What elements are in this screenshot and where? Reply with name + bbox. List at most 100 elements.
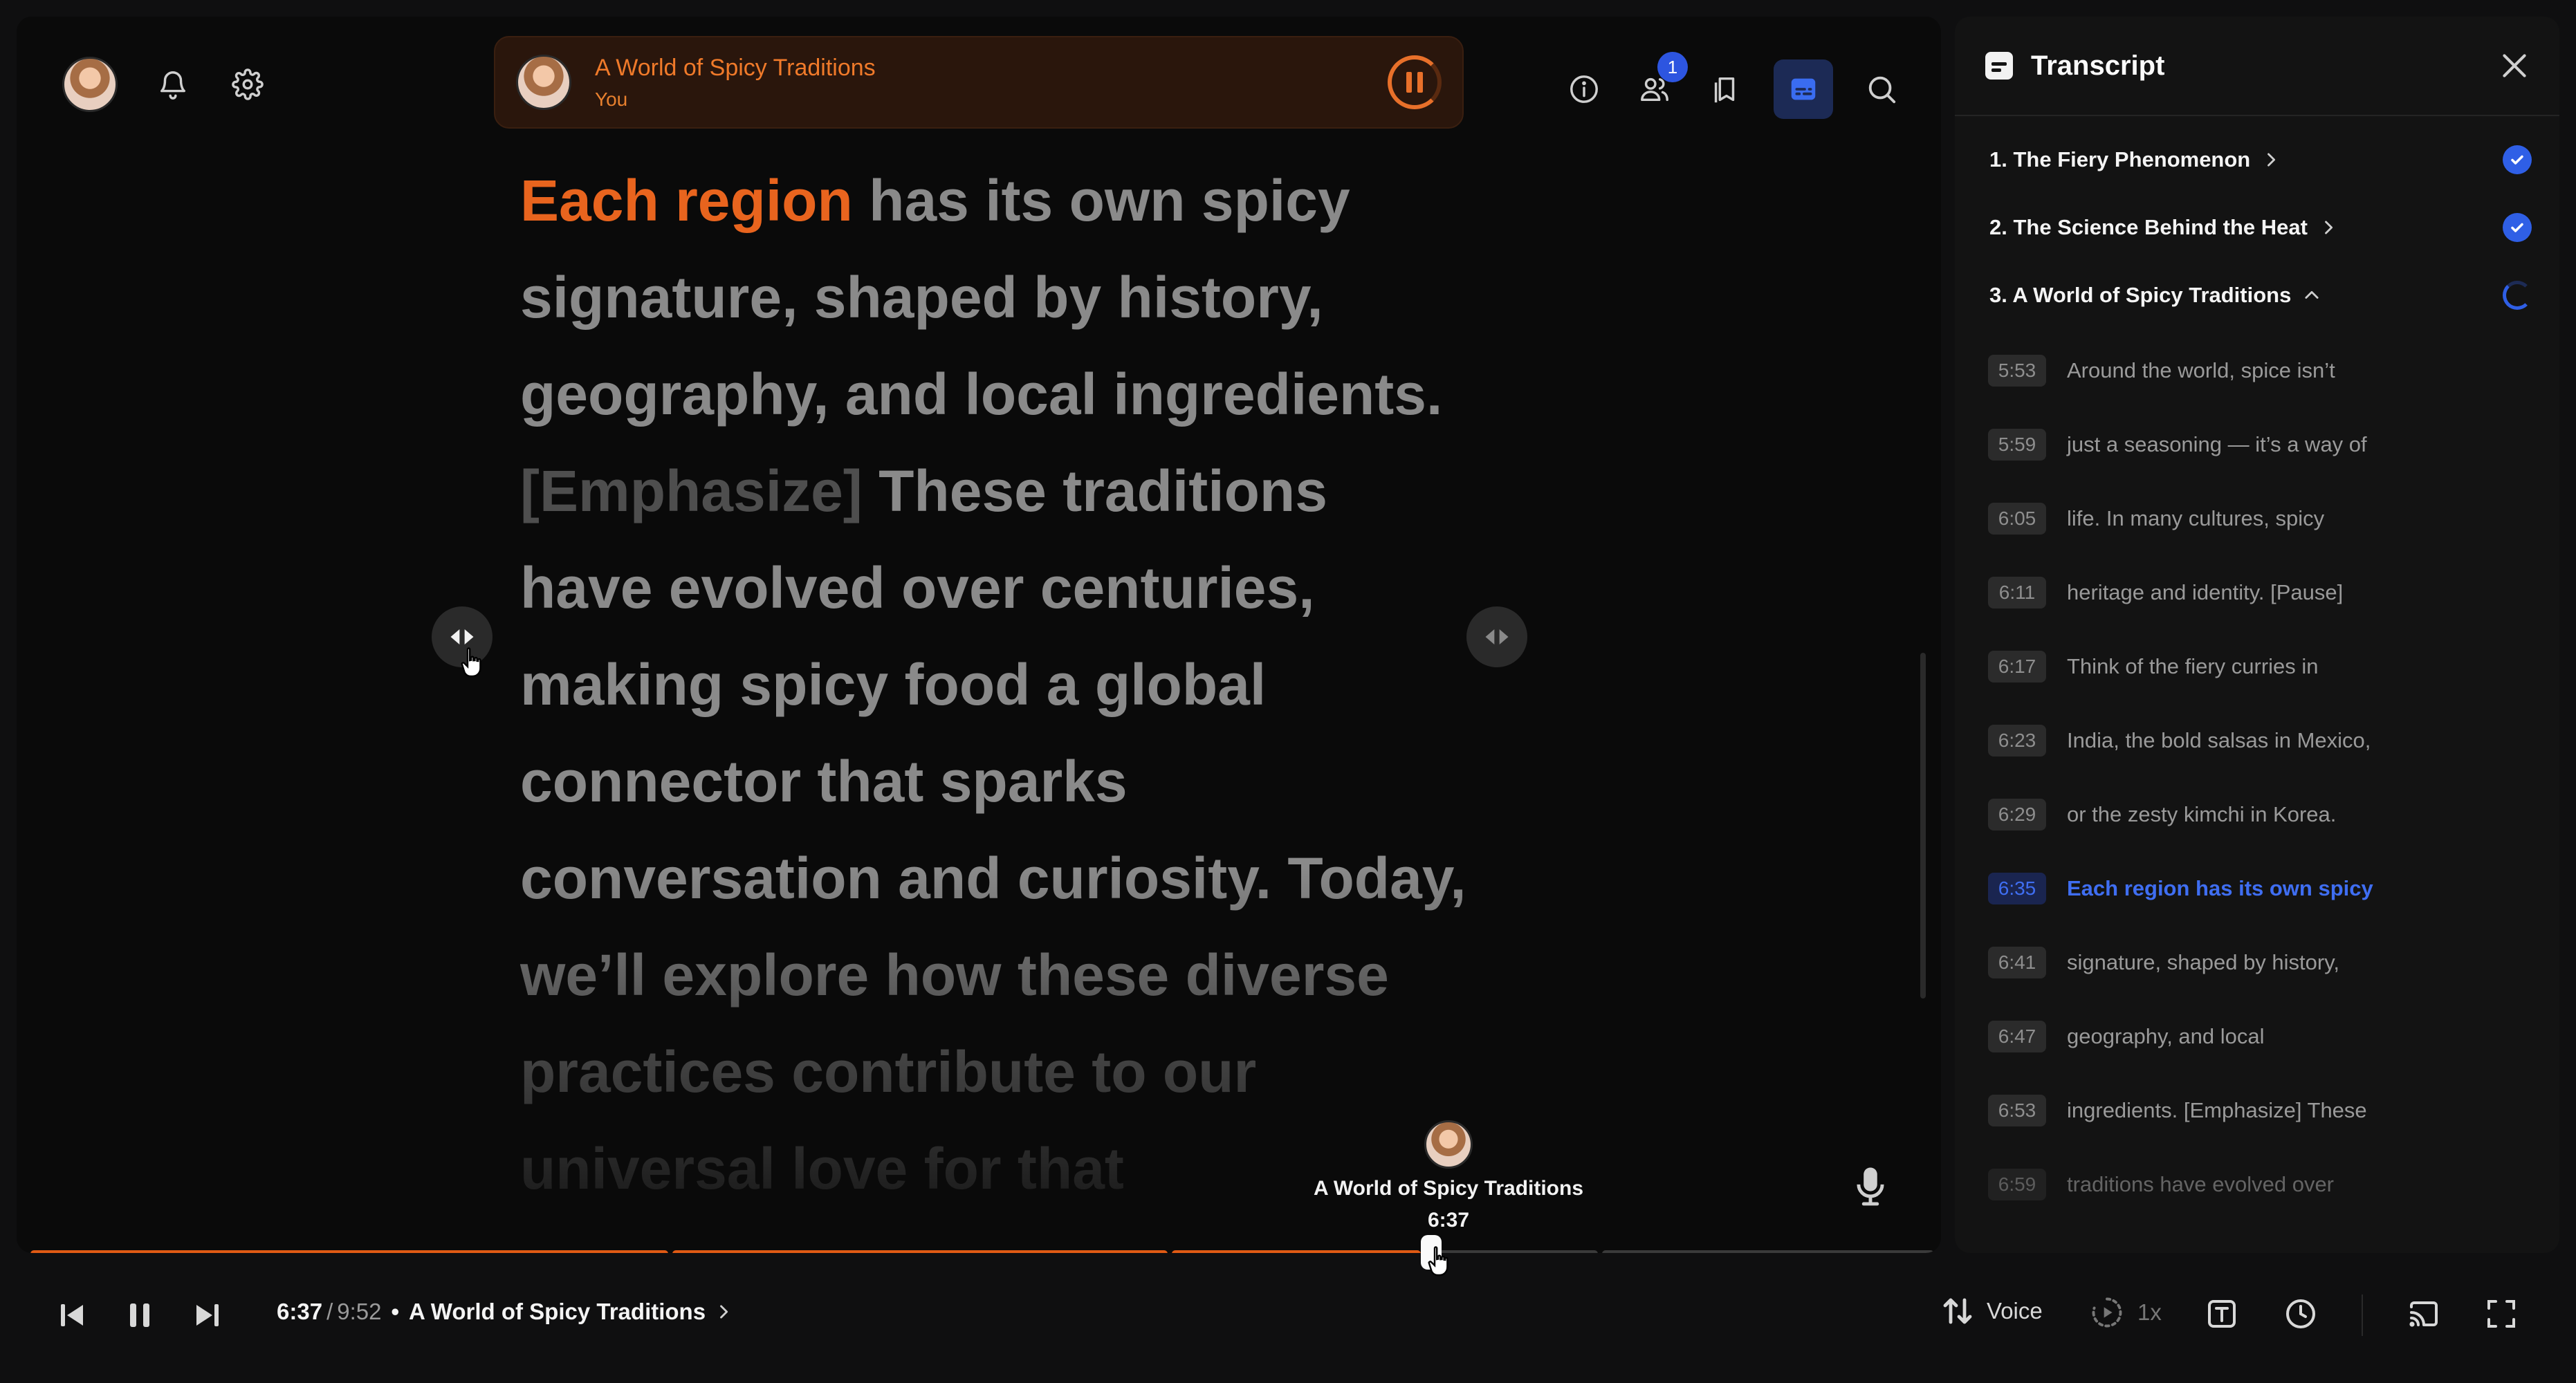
top-right-controls: 1 (1562, 52, 1904, 119)
now-playing-pill[interactable]: A World of Spicy Traditions You (494, 36, 1464, 129)
chapter-list: 1. The Fiery Phenomenon 2. The Science B… (1955, 116, 2559, 329)
clock-icon (2286, 1299, 2315, 1328)
fullscreen-icon (2487, 1300, 2515, 1328)
resize-arrows-icon (1485, 629, 1509, 644)
transcript-line[interactable]: 6:11 heritage and identity. [Pause] (1955, 555, 2559, 629)
participants-badge: 1 (1657, 52, 1688, 82)
cast-button[interactable] (2407, 1297, 2440, 1330)
line-text: heritage and identity. [Pause] (2067, 579, 2344, 604)
transcript-toggle-icon[interactable] (1774, 59, 1833, 119)
chapter-item[interactable]: 2. The Science Behind the Heat (1955, 194, 2559, 261)
line-text: signature, shaped by history, (2067, 949, 2340, 974)
bookmarks-icon[interactable] (1703, 67, 1747, 111)
microphone-icon[interactable] (1855, 1166, 1886, 1206)
text-size-button[interactable] (2205, 1297, 2238, 1330)
pause-bar-icon (1406, 72, 1412, 93)
now-playing-subtitle: You (595, 88, 628, 110)
timestamp[interactable]: 6:53 (1988, 1094, 2046, 1126)
chapter-item[interactable]: 3. A World of Spicy Traditions (1955, 261, 2559, 329)
line-text: or the zesty kimchi in Korea. (2067, 801, 2337, 826)
pause-bar-icon (1417, 72, 1423, 93)
check-icon (2503, 213, 2532, 242)
transcript-line[interactable]: 5:53 Around the world, spice isn’t (1955, 333, 2559, 407)
line-text: life. In many cultures, spicy (2067, 505, 2325, 530)
skip-previous-icon (61, 1304, 83, 1326)
reading-scrollbar[interactable] (1920, 653, 1926, 999)
loading-spinner-icon (2503, 281, 2532, 310)
close-icon[interactable] (2497, 48, 2532, 83)
sleep-timer-button[interactable] (2284, 1297, 2317, 1330)
timestamp[interactable]: 6:47 (1988, 1020, 2046, 1052)
transcript-line[interactable]: 6:29 or the zesty kimchi in Korea. (1955, 777, 2559, 851)
timestamp[interactable]: 6:05 (1988, 502, 2046, 535)
swap-vertical-icon (1943, 1298, 1972, 1324)
reading-tag: [Emphasize] (520, 458, 863, 523)
transcript-panel: Transcript 1. The Fiery Phenomenon 2. Th… (1955, 17, 2559, 1253)
timestamp[interactable]: 6:17 (1988, 650, 2046, 683)
total-time: 9:52 (337, 1299, 382, 1324)
timestamp[interactable]: 6:11 (1988, 576, 2046, 609)
transcript-line[interactable]: 5:59 just a seasoning — it’s a way of (1955, 407, 2559, 481)
skip-forward-button[interactable] (191, 1299, 224, 1332)
timestamp[interactable]: 6:59 (1988, 1168, 2046, 1200)
reading-text: Each region has its own spicy signature,… (520, 152, 1475, 1231)
chevron-right-icon (2267, 153, 2276, 167)
line-text: ingredients. [Emphasize] These (2067, 1097, 2367, 1122)
hand-cursor-icon (459, 646, 487, 678)
pause-icon (130, 1303, 149, 1327)
info-icon[interactable] (1562, 67, 1606, 111)
user-avatar[interactable] (62, 57, 118, 112)
timestamp[interactable]: 5:53 (1988, 354, 2046, 387)
current-time: 6:37 (277, 1299, 323, 1324)
transcript-line[interactable]: 6:17 Think of the fiery curries in (1955, 629, 2559, 703)
voice-button[interactable]: Voice (1941, 1294, 2043, 1328)
reading-segment: These traditions have evolved over centu… (520, 458, 1466, 1201)
title-bullet: • (391, 1299, 400, 1324)
bell-icon[interactable] (154, 65, 192, 104)
line-text: India, the bold salsas in Mexico, (2067, 727, 2371, 752)
chevron-up-icon (2305, 290, 2319, 299)
transcript-line[interactable]: 6:53 ingredients. [Emphasize] These (1955, 1073, 2559, 1147)
speed-icon (2092, 1297, 2122, 1328)
transcript-title: Transcript (2031, 50, 2165, 81)
timestamp[interactable]: 6:35 (1988, 872, 2046, 904)
right-resize-handle[interactable] (1466, 606, 1527, 667)
timestamp[interactable]: 5:59 (1988, 428, 2046, 461)
now-playing-pause-button[interactable] (1388, 55, 1442, 109)
pause-button[interactable] (123, 1299, 156, 1332)
chapter-label: 1. The Fiery Phenomenon (1989, 147, 2251, 171)
time-display[interactable]: 6:37 / 9:52 • A World of Spicy Tradition… (277, 1299, 733, 1325)
control-bar: 6:37 / 9:52 • A World of Spicy Tradition… (0, 1253, 2576, 1383)
transcript-line[interactable]: 6:23 India, the bold salsas in Mexico, (1955, 703, 2559, 777)
check-icon (2503, 145, 2532, 174)
top-left-controls (62, 57, 267, 112)
skip-next-icon (196, 1304, 219, 1326)
transcript-line[interactable]: 6:05 life. In many cultures, spicy (1955, 481, 2559, 555)
timestamp[interactable]: 6:23 (1988, 724, 2046, 757)
chapter-title: A World of Spicy Traditions (409, 1299, 706, 1324)
voice-label: Voice (1987, 1298, 2043, 1324)
text-icon (2208, 1300, 2236, 1328)
speed-label: 1x (2137, 1299, 2162, 1325)
search-icon[interactable] (1859, 67, 1904, 111)
participants-icon[interactable]: 1 (1632, 52, 1688, 111)
narrator-avatar (516, 55, 571, 110)
fullscreen-button[interactable] (2485, 1297, 2518, 1330)
transcript-line-current[interactable]: 6:35 Each region has its own spicy (1955, 851, 2559, 925)
transcript-lines: 5:53 Around the world, spice isn’t 5:59 ju… (1955, 329, 2559, 1221)
chapter-item[interactable]: 1. The Fiery Phenomenon (1955, 126, 2559, 194)
seek-tooltip-avatar (1424, 1120, 1473, 1169)
playback-speed-button[interactable]: 1x (2089, 1294, 2162, 1330)
player-panel: A World of Spicy Traditions You 1 Each r… (17, 17, 1941, 1253)
line-text: geography, and local (2067, 1023, 2265, 1048)
transcript-line[interactable]: 6:41 signature, shaped by history, (1955, 925, 2559, 999)
transcript-line[interactable]: 6:59 traditions have evolved over (1955, 1147, 2559, 1221)
control-divider (2362, 1294, 2363, 1336)
transcript-line[interactable]: 6:47 geography, and local (1955, 999, 2559, 1073)
gear-icon[interactable] (228, 65, 267, 104)
seek-tooltip-title: A World of Spicy Traditions (1313, 1177, 1584, 1200)
line-text: Think of the fiery curries in (2067, 653, 2319, 678)
skip-back-button[interactable] (55, 1299, 89, 1332)
timestamp[interactable]: 6:41 (1988, 946, 2046, 978)
timestamp[interactable]: 6:29 (1988, 798, 2046, 830)
